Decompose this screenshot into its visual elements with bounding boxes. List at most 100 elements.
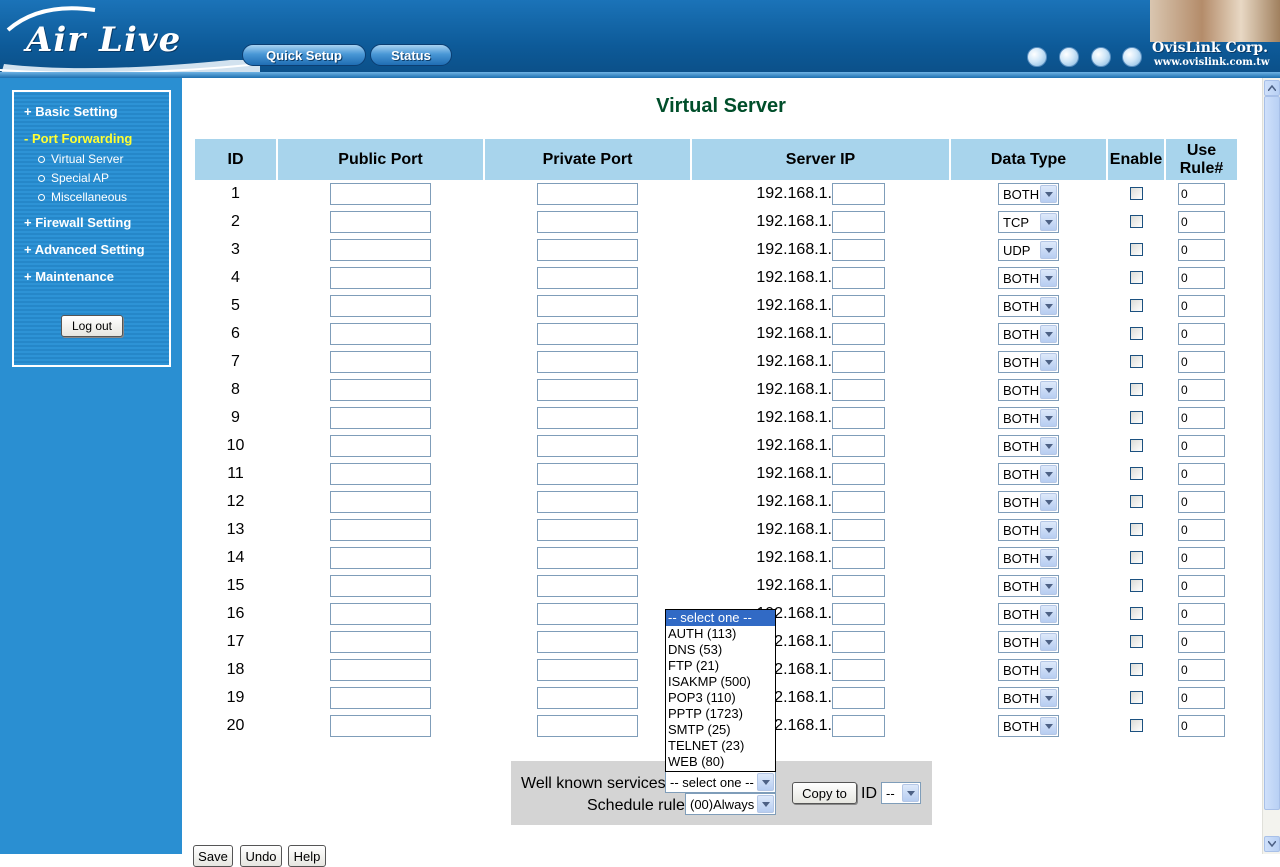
- use-rule-input[interactable]: 0: [1178, 351, 1225, 373]
- public-port-input[interactable]: [330, 435, 431, 457]
- public-port-input[interactable]: [330, 183, 431, 205]
- public-port-input[interactable]: [330, 491, 431, 513]
- private-port-input[interactable]: [537, 323, 638, 345]
- public-port-input[interactable]: [330, 575, 431, 597]
- private-port-input[interactable]: [537, 407, 638, 429]
- sidebar-item-firewall-setting[interactable]: + Firewall Setting: [24, 215, 131, 230]
- use-rule-input[interactable]: 0: [1178, 211, 1225, 233]
- private-port-input[interactable]: [537, 519, 638, 541]
- scroll-up-button[interactable]: [1264, 80, 1280, 96]
- server-ip-input[interactable]: [832, 575, 885, 597]
- data-type-select[interactable]: BOTH: [998, 351, 1059, 373]
- server-ip-input[interactable]: [832, 659, 885, 681]
- enable-checkbox[interactable]: [1129, 383, 1143, 397]
- data-type-select[interactable]: BOTH: [998, 267, 1059, 289]
- use-rule-input[interactable]: 0: [1178, 183, 1225, 205]
- sidebar-item-maintenance[interactable]: + Maintenance: [24, 269, 114, 284]
- public-port-input[interactable]: [330, 295, 431, 317]
- server-ip-input[interactable]: [832, 239, 885, 261]
- sidebar-item-advanced-setting[interactable]: + Advanced Setting: [24, 242, 145, 257]
- schedule-rule-select[interactable]: (00)Always: [685, 793, 776, 815]
- public-port-input[interactable]: [330, 715, 431, 737]
- sidebar-item-basic-setting[interactable]: + Basic Setting: [24, 104, 118, 119]
- use-rule-input[interactable]: 0: [1178, 407, 1225, 429]
- server-ip-input[interactable]: [832, 715, 885, 737]
- vertical-scrollbar[interactable]: [1262, 78, 1280, 854]
- enable-checkbox[interactable]: [1129, 327, 1143, 341]
- enable-checkbox[interactable]: [1129, 523, 1143, 537]
- private-port-input[interactable]: [537, 463, 638, 485]
- enable-checkbox[interactable]: [1129, 495, 1143, 509]
- sidebar-subitem-virtual-server[interactable]: Virtual Server: [38, 152, 123, 166]
- data-type-select[interactable]: BOTH: [998, 323, 1059, 345]
- undo-button[interactable]: Undo: [240, 845, 282, 867]
- private-port-input[interactable]: [537, 687, 638, 709]
- private-port-input[interactable]: [537, 379, 638, 401]
- server-ip-input[interactable]: [832, 547, 885, 569]
- use-rule-input[interactable]: 0: [1178, 435, 1225, 457]
- public-port-input[interactable]: [330, 351, 431, 373]
- private-port-input[interactable]: [537, 547, 638, 569]
- dropdown-option[interactable]: TELNET (23): [666, 738, 775, 754]
- server-ip-input[interactable]: [832, 687, 885, 709]
- enable-checkbox[interactable]: [1129, 607, 1143, 621]
- sidebar-item-port-forwarding[interactable]: - Port Forwarding: [24, 131, 132, 146]
- server-ip-input[interactable]: [832, 351, 885, 373]
- data-type-select[interactable]: BOTH: [998, 603, 1059, 625]
- private-port-input[interactable]: [537, 491, 638, 513]
- use-rule-input[interactable]: 0: [1178, 239, 1225, 261]
- enable-checkbox[interactable]: [1129, 439, 1143, 453]
- private-port-input[interactable]: [537, 603, 638, 625]
- dropdown-option[interactable]: WEB (80): [666, 754, 775, 770]
- copy-to-button[interactable]: Copy to: [792, 782, 857, 804]
- enable-checkbox[interactable]: [1129, 691, 1143, 705]
- server-ip-input[interactable]: [832, 603, 885, 625]
- enable-checkbox[interactable]: [1129, 579, 1143, 593]
- data-type-select[interactable]: BOTH: [998, 631, 1059, 653]
- public-port-input[interactable]: [330, 659, 431, 681]
- server-ip-input[interactable]: [832, 407, 885, 429]
- enable-checkbox[interactable]: [1129, 663, 1143, 677]
- help-button[interactable]: Help: [288, 845, 326, 867]
- enable-checkbox[interactable]: [1129, 719, 1143, 733]
- data-type-select[interactable]: TCP: [998, 211, 1059, 233]
- enable-checkbox[interactable]: [1129, 551, 1143, 565]
- public-port-input[interactable]: [330, 687, 431, 709]
- private-port-input[interactable]: [537, 211, 638, 233]
- private-port-input[interactable]: [537, 659, 638, 681]
- public-port-input[interactable]: [330, 603, 431, 625]
- logout-button[interactable]: Log out: [61, 315, 123, 337]
- use-rule-input[interactable]: 0: [1178, 323, 1225, 345]
- dropdown-option[interactable]: AUTH (113): [666, 626, 775, 642]
- data-type-select[interactable]: BOTH: [998, 435, 1059, 457]
- data-type-select[interactable]: BOTH: [998, 715, 1059, 737]
- private-port-input[interactable]: [537, 267, 638, 289]
- scroll-thumb[interactable]: [1264, 96, 1280, 810]
- server-ip-input[interactable]: [832, 379, 885, 401]
- scroll-down-button[interactable]: [1264, 836, 1280, 852]
- data-type-select[interactable]: BOTH: [998, 407, 1059, 429]
- public-port-input[interactable]: [330, 239, 431, 261]
- use-rule-input[interactable]: 0: [1178, 547, 1225, 569]
- dropdown-option[interactable]: POP3 (110): [666, 690, 775, 706]
- public-port-input[interactable]: [330, 379, 431, 401]
- private-port-input[interactable]: [537, 715, 638, 737]
- public-port-input[interactable]: [330, 267, 431, 289]
- data-type-select[interactable]: BOTH: [998, 547, 1059, 569]
- server-ip-input[interactable]: [832, 491, 885, 513]
- use-rule-input[interactable]: 0: [1178, 631, 1225, 653]
- use-rule-input[interactable]: 0: [1178, 575, 1225, 597]
- data-type-select[interactable]: BOTH: [998, 463, 1059, 485]
- enable-checkbox[interactable]: [1129, 215, 1143, 229]
- server-ip-input[interactable]: [832, 211, 885, 233]
- server-ip-input[interactable]: [832, 295, 885, 317]
- public-port-input[interactable]: [330, 547, 431, 569]
- enable-checkbox[interactable]: [1129, 411, 1143, 425]
- use-rule-input[interactable]: 0: [1178, 491, 1225, 513]
- data-type-select[interactable]: UDP: [998, 239, 1059, 261]
- public-port-input[interactable]: [330, 407, 431, 429]
- private-port-input[interactable]: [537, 295, 638, 317]
- public-port-input[interactable]: [330, 631, 431, 653]
- copy-to-id-select[interactable]: --: [881, 782, 921, 804]
- use-rule-input[interactable]: 0: [1178, 715, 1225, 737]
